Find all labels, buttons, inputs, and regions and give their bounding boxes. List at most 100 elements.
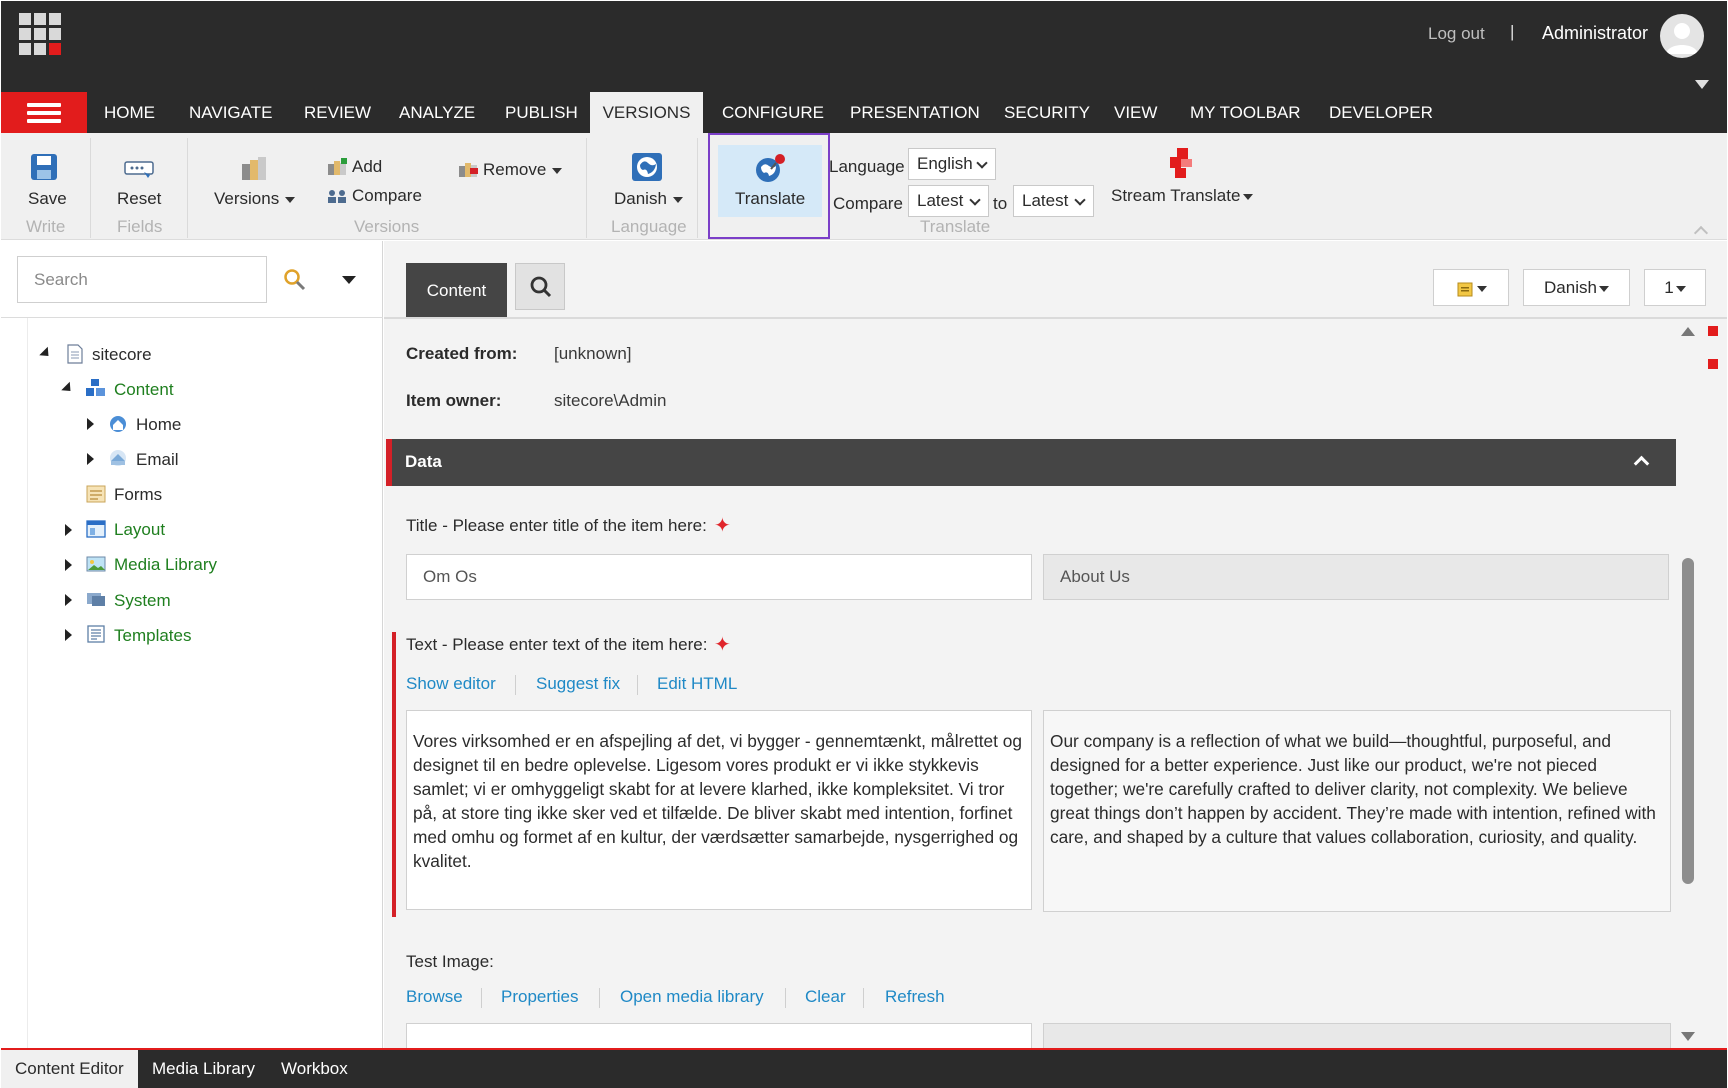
- image-preview-box[interactable]: [406, 1023, 1032, 1049]
- compare-to-select[interactable]: Latest: [1013, 185, 1094, 217]
- tree-node-layout[interactable]: Layout: [114, 520, 165, 540]
- ribbon-divider: [90, 138, 91, 238]
- search-icon[interactable]: [283, 268, 307, 292]
- notifications-dropdown[interactable]: [1433, 269, 1509, 306]
- compare-icon[interactable]: [327, 188, 347, 204]
- language-dropdown[interactable]: Danish: [614, 189, 683, 209]
- tab-developer[interactable]: DEVELOPER: [1327, 92, 1435, 133]
- stream-translate-icon[interactable]: [1168, 148, 1194, 178]
- expand-toggle-icon[interactable]: [87, 418, 94, 430]
- tab-review[interactable]: REVIEW: [302, 92, 373, 133]
- tab-my-toolbar[interactable]: MY TOOLBAR: [1188, 92, 1303, 133]
- tab-search[interactable]: [515, 263, 565, 310]
- data-section-header[interactable]: [386, 439, 1676, 486]
- ribbon-divider: [187, 138, 188, 238]
- tree-node-media-library[interactable]: Media Library: [114, 555, 217, 575]
- edit-html-link[interactable]: Edit HTML: [657, 674, 737, 694]
- save-button[interactable]: Save: [28, 189, 67, 209]
- validation-marker-icon[interactable]: [1708, 326, 1718, 336]
- browse-link[interactable]: Browse: [406, 987, 463, 1007]
- save-icon[interactable]: [30, 153, 58, 181]
- image-original-box: [1043, 1023, 1671, 1049]
- forms-icon: [86, 485, 106, 503]
- tab-navigate[interactable]: NAVIGATE: [187, 92, 274, 133]
- versions-label: Versions: [214, 189, 280, 208]
- language-version-dropdown[interactable]: Danish: [1523, 269, 1630, 306]
- tab-versions[interactable]: VERSIONS: [590, 92, 703, 133]
- tab-content[interactable]: Content: [406, 263, 507, 318]
- translate-button[interactable]: [708, 133, 830, 239]
- properties-link[interactable]: Properties: [501, 987, 578, 1007]
- tab-view[interactable]: VIEW: [1112, 92, 1159, 133]
- language-group-label: Language: [611, 217, 687, 236]
- tab-media-library[interactable]: Media Library: [138, 1050, 269, 1088]
- tab-security[interactable]: SECURITY: [1002, 92, 1092, 133]
- title-input[interactable]: [406, 554, 1032, 600]
- hamburger-menu-icon[interactable]: [1, 92, 87, 133]
- fields-group-label: Fields: [117, 217, 163, 236]
- expand-toggle-icon[interactable]: [65, 559, 72, 571]
- tab-content-editor[interactable]: Content Editor: [1, 1050, 138, 1088]
- refresh-link[interactable]: Refresh: [885, 987, 945, 1007]
- stream-translate-dropdown[interactable]: Stream Translate: [1111, 186, 1254, 206]
- tab-presentation[interactable]: PRESENTATION: [848, 92, 982, 133]
- tab-home[interactable]: HOME: [102, 92, 157, 133]
- reset-button[interactable]: Reset: [117, 189, 161, 209]
- tab-publish[interactable]: PUBLISH: [503, 92, 580, 133]
- ai-sparkle-icon[interactable]: ✦: [714, 632, 731, 657]
- tree-node-home[interactable]: Home: [136, 415, 181, 435]
- page-icon: [66, 344, 86, 364]
- tree-node-email[interactable]: Email: [136, 450, 179, 470]
- translate-globe-icon[interactable]: [754, 152, 788, 184]
- scroll-up-arrow-icon[interactable]: [1681, 327, 1695, 336]
- search-options-chevron-icon[interactable]: [342, 276, 356, 284]
- expand-toggle-icon[interactable]: [87, 453, 94, 465]
- sitecore-logo-icon[interactable]: [19, 13, 63, 57]
- translate-label: Translate: [735, 189, 806, 208]
- tree-node-forms[interactable]: Forms: [114, 485, 162, 505]
- add-version-button[interactable]: Add: [352, 157, 382, 177]
- tree-node-templates[interactable]: Templates: [114, 626, 191, 646]
- tree-node-system[interactable]: System: [114, 591, 171, 611]
- ribbon-collapse-icon[interactable]: [1695, 80, 1709, 89]
- versions-dropdown[interactable]: Versions: [214, 189, 296, 209]
- tree-node-sitecore[interactable]: sitecore: [92, 345, 152, 365]
- avatar-icon[interactable]: [1660, 14, 1704, 58]
- remove-version-dropdown[interactable]: Remove: [483, 160, 563, 180]
- chevron-down-icon: [552, 167, 563, 174]
- chevron-down-icon: [1476, 285, 1487, 292]
- globe-icon[interactable]: [631, 152, 663, 182]
- expand-toggle-icon[interactable]: [65, 524, 72, 536]
- logout-link[interactable]: Log out: [1428, 24, 1485, 44]
- search-input[interactable]: [17, 256, 267, 303]
- suggest-fix-link[interactable]: Suggest fix: [536, 674, 620, 694]
- chevron-down-icon: [1243, 193, 1254, 200]
- compare-button[interactable]: Compare: [352, 186, 422, 206]
- remove-version-icon[interactable]: [458, 161, 478, 177]
- open-media-library-link[interactable]: Open media library: [620, 987, 764, 1007]
- scrollbar-thumb[interactable]: [1682, 558, 1694, 884]
- add-version-icon[interactable]: [327, 158, 347, 176]
- versions-icon[interactable]: [240, 156, 268, 182]
- tab-configure[interactable]: CONFIGURE: [720, 92, 826, 133]
- reset-fields-icon[interactable]: [124, 160, 154, 180]
- link-separator: [785, 988, 786, 1008]
- text-original-readonly: Our company is a reflection of what we b…: [1043, 710, 1671, 912]
- user-name[interactable]: Administrator: [1542, 23, 1648, 44]
- tab-analyze[interactable]: ANALYZE: [397, 92, 477, 133]
- ai-sparkle-icon[interactable]: ✦: [714, 513, 731, 538]
- expand-toggle-icon[interactable]: [65, 629, 72, 641]
- expand-toggle-icon[interactable]: [65, 594, 72, 606]
- title-original-readonly: [1043, 554, 1669, 600]
- stream-translate-label: Stream Translate: [1111, 186, 1241, 205]
- clear-link[interactable]: Clear: [805, 987, 846, 1007]
- language-select[interactable]: English: [908, 148, 996, 180]
- tree-node-content[interactable]: Content: [114, 380, 174, 400]
- validation-marker-icon[interactable]: [1708, 359, 1718, 369]
- text-editor-area[interactable]: Vores virksomhed er en afspejling af det…: [406, 710, 1032, 910]
- tab-workbox[interactable]: Workbox: [267, 1050, 362, 1088]
- version-number-dropdown[interactable]: 1: [1644, 269, 1706, 306]
- compare-from-select[interactable]: Latest: [908, 185, 989, 217]
- show-editor-link[interactable]: Show editor: [406, 674, 496, 694]
- scroll-down-arrow-icon[interactable]: [1681, 1032, 1695, 1041]
